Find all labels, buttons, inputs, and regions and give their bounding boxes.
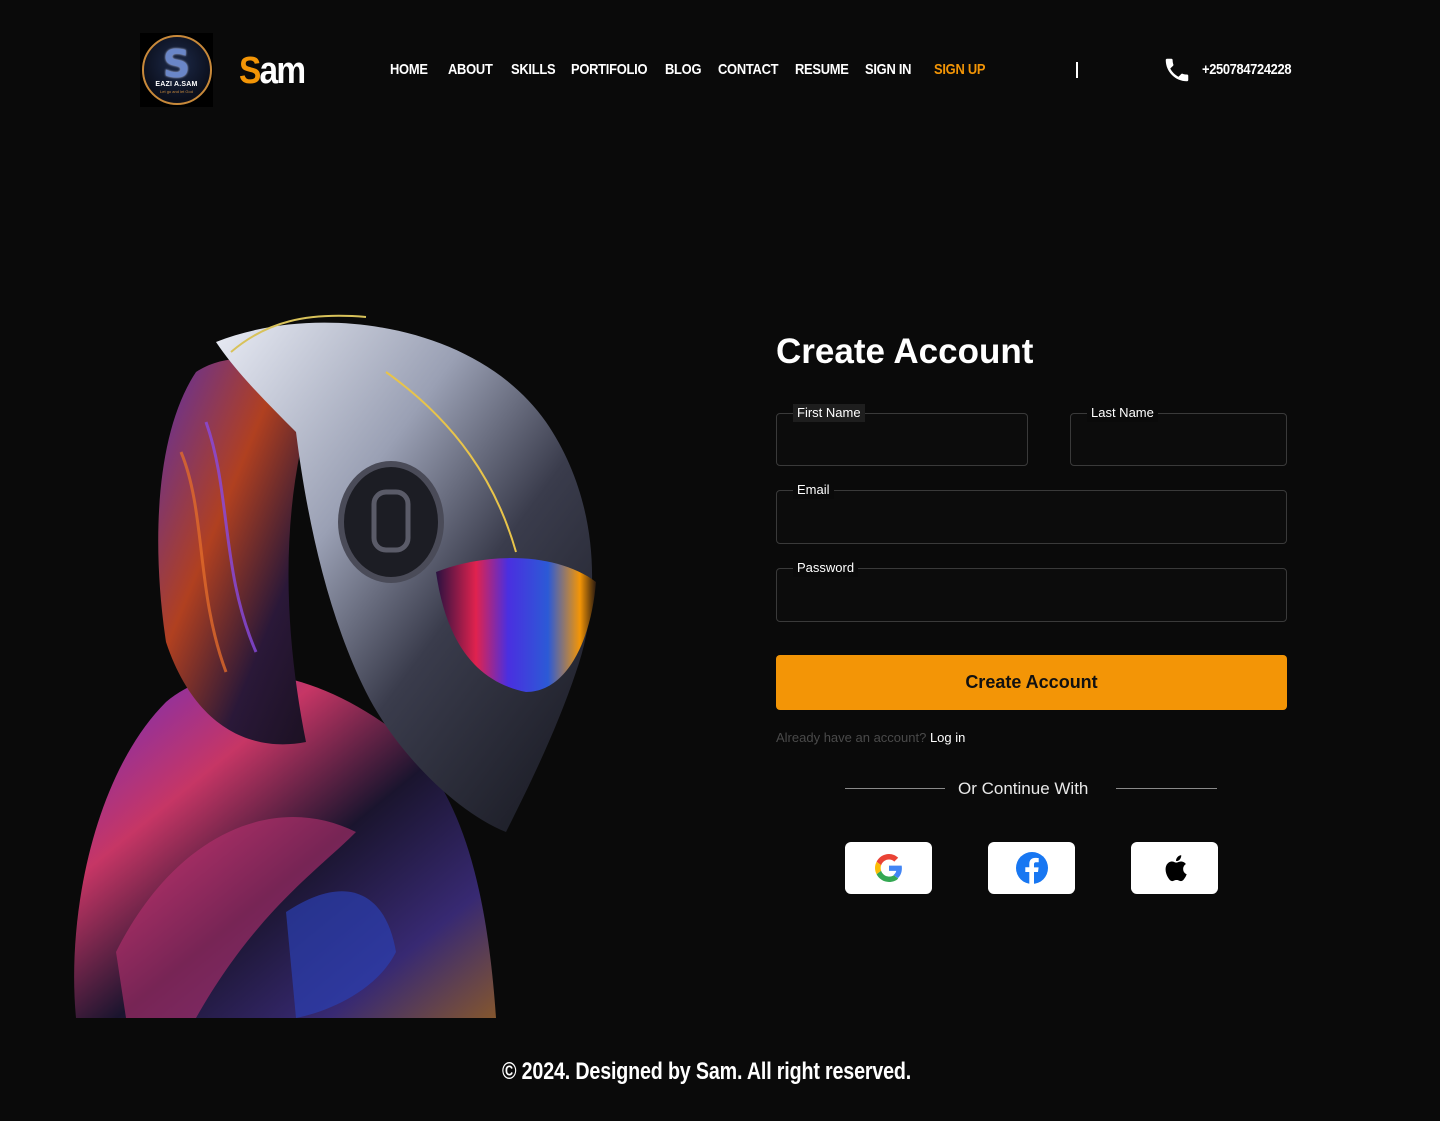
first-name-label: First Name xyxy=(793,404,865,422)
form-title: Create Account xyxy=(776,332,1034,371)
login-link[interactable]: Log in xyxy=(930,730,965,745)
brand-wordmark[interactable]: Sam xyxy=(239,50,307,92)
header-separator xyxy=(1076,62,1078,78)
login-prompt-text: Already have an account? xyxy=(776,730,927,745)
logo-tagline: Let go and let God xyxy=(160,88,193,94)
first-name-field: First Name xyxy=(776,404,1028,466)
google-icon xyxy=(874,854,902,882)
last-name-field: Last Name xyxy=(1070,404,1287,466)
facebook-icon xyxy=(1015,852,1048,884)
logo[interactable]: S EAZI A.SAM Let go and let God xyxy=(140,33,213,107)
brand-rest: am xyxy=(259,50,307,92)
nav-sign-in[interactable]: SIGN IN xyxy=(865,60,911,80)
brand-first-letter: S xyxy=(239,50,261,92)
divider-line-right xyxy=(1116,788,1217,789)
apple-signin-button[interactable] xyxy=(1131,842,1218,894)
phone-number[interactable]: +250784724228 xyxy=(1202,60,1292,80)
nav-resume[interactable]: RESUME xyxy=(795,60,849,80)
or-continue-with-text: Or Continue With xyxy=(958,779,1089,798)
email-field: Email xyxy=(776,481,1287,544)
last-name-label: Last Name xyxy=(1087,404,1158,422)
facebook-signin-button[interactable] xyxy=(988,842,1075,894)
login-prompt: Already have an account? Log in xyxy=(776,730,965,746)
google-signin-button[interactable] xyxy=(845,842,932,894)
create-account-button[interactable]: Create Account xyxy=(776,655,1287,710)
logo-initial: S xyxy=(162,41,191,86)
email-label: Email xyxy=(793,481,834,499)
nav-portifolio[interactable]: PORTIFOLIO xyxy=(571,60,648,80)
hero-illustration xyxy=(74,314,596,1018)
nav-skills[interactable]: SKILLS xyxy=(511,60,556,80)
nav-sign-up[interactable]: SIGN UP xyxy=(934,60,985,80)
nav-blog[interactable]: BLOG xyxy=(665,60,701,80)
nav-about[interactable]: ABOUT xyxy=(448,60,493,80)
nav-contact[interactable]: CONTACT xyxy=(718,60,779,80)
logo-emblem: S EAZI A.SAM Let go and let God xyxy=(141,35,212,105)
email-input[interactable] xyxy=(777,491,1286,543)
phone-icon xyxy=(1165,58,1189,82)
divider-line-left xyxy=(845,788,945,789)
footer-copyright: © 2024. Designed by Sam. All right reser… xyxy=(502,1058,912,1085)
apple-icon xyxy=(1165,855,1187,882)
password-field: Password xyxy=(776,559,1287,622)
password-label: Password xyxy=(793,559,859,577)
nav-home[interactable]: HOME xyxy=(390,60,428,80)
logo-name: EAZI A.SAM xyxy=(155,80,198,88)
